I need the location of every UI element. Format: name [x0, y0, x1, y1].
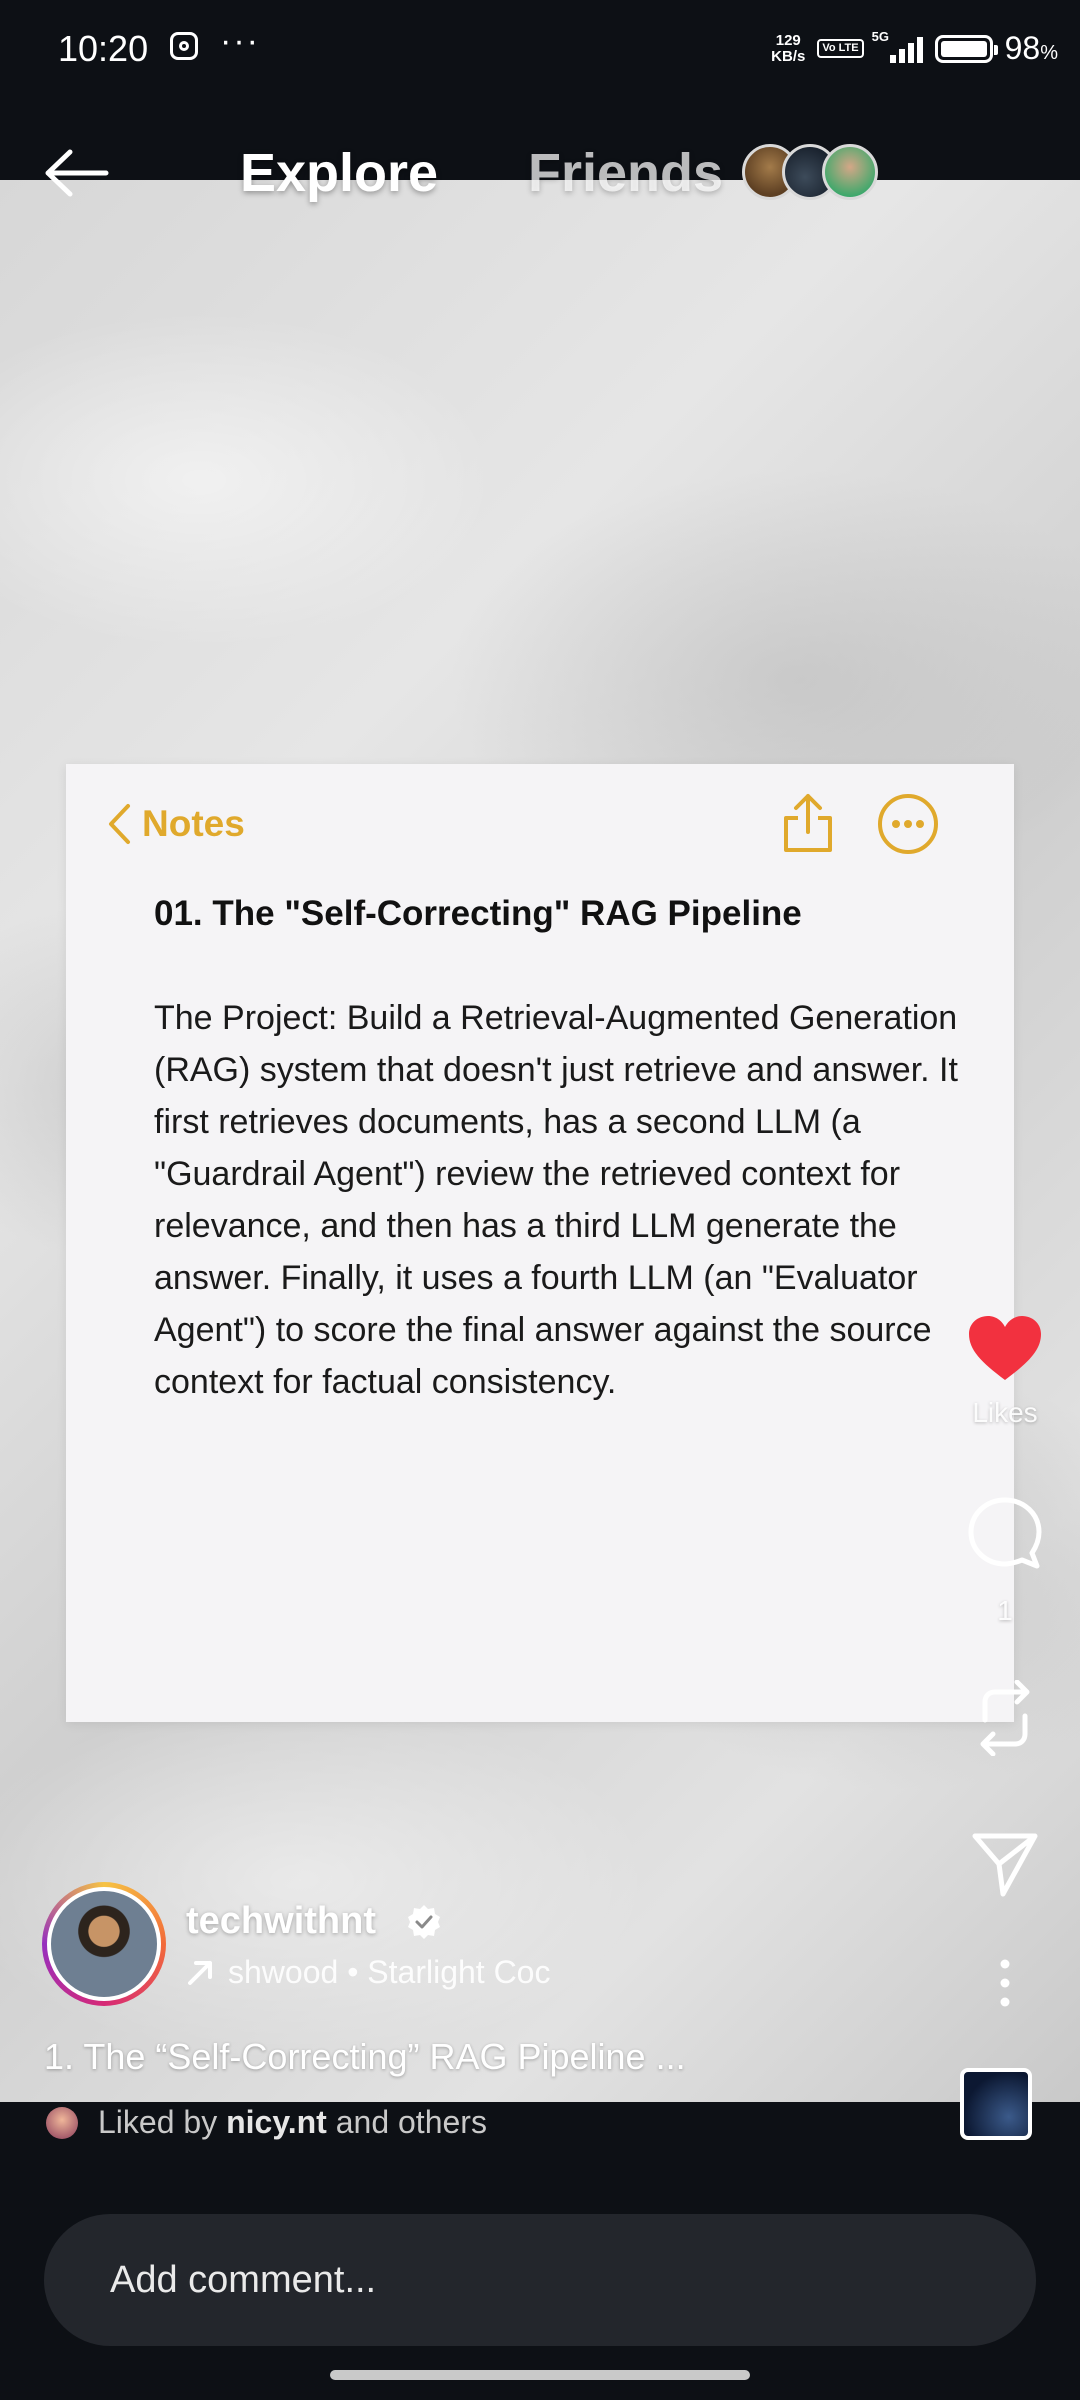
liked-by-row[interactable]: Liked by nicy.nt and others [46, 2104, 487, 2141]
liked-by-user[interactable]: nicy.nt [226, 2104, 327, 2140]
notes-body: The Project: Build a Retrieval-Augmented… [154, 999, 958, 1401]
status-time: 10:20 [58, 28, 149, 69]
tab-explore[interactable]: Explore [240, 142, 438, 204]
avatar [46, 2106, 78, 2139]
media-thumbnail[interactable] [960, 2068, 1032, 2140]
verified-badge-icon [408, 1905, 440, 1939]
arrow-up-right-icon [188, 1960, 212, 1985]
audio-track[interactable]: shwood • Starlight Coc [186, 1954, 550, 1991]
more-options-button[interactable] [930, 1958, 1080, 2013]
author-avatar[interactable] [42, 1882, 166, 2006]
comment-button[interactable]: 1 [930, 1496, 1080, 1627]
audio-track-label: shwood • Starlight Coc [228, 1954, 551, 1990]
battery-icon [934, 34, 998, 63]
comments-count: 1 [997, 1595, 1013, 1626]
back-arrow-icon[interactable] [44, 148, 110, 198]
network-type: 5G [871, 28, 889, 44]
send-button[interactable] [930, 1830, 1080, 1903]
chevron-left-icon [109, 804, 130, 844]
send-icon [972, 1833, 1038, 1897]
notes-title: 01. The "Self-Correcting" RAG Pipeline [154, 894, 802, 933]
comment-bubble-icon [968, 1497, 1042, 1569]
share-icon [784, 794, 832, 852]
signal-icon: 5G [872, 29, 923, 63]
home-indicator[interactable] [330, 2370, 750, 2380]
battery-percent: 98% [1004, 30, 1058, 66]
heart-icon [969, 1316, 1041, 1380]
avatar [47, 1887, 161, 2001]
vertical-dots-icon [1000, 1959, 1010, 2007]
network-speed: 129 KB/s [771, 31, 806, 65]
like-button[interactable]: Likes [930, 1314, 1080, 1429]
avatar [822, 144, 878, 200]
more-circle-icon [878, 794, 938, 854]
likes-label: Likes [972, 1397, 1038, 1428]
notes-back: Notes [106, 802, 245, 846]
instagram-notification-icon [170, 32, 198, 60]
status-right-cluster: 129 KB/s Vo LTE 5G 98% [771, 29, 1058, 67]
repost-icon [980, 1679, 1030, 1757]
repost-button[interactable] [930, 1679, 1080, 1761]
tab-friends[interactable]: Friends [528, 142, 723, 204]
notes-card: Notes 01. The "Self-Correcting" RAG Pipe… [66, 764, 1014, 1722]
volte-icon: Vo LTE [817, 39, 864, 58]
more-notifications-icon: ··· [220, 22, 260, 60]
comment-placeholder: Add comment... [110, 2258, 377, 2301]
top-nav: Explore Friends [0, 100, 1080, 250]
add-comment-input[interactable]: Add comment... [44, 2214, 1036, 2346]
status-bar: 10:20 ··· 129 KB/s Vo LTE 5G 98% [0, 0, 1080, 100]
notes-back-label: Notes [142, 803, 245, 844]
post-caption[interactable]: 1. The “Self-Correcting” RAG Pipeline ..… [44, 2036, 686, 2078]
author-username[interactable]: techwithnt [186, 1900, 376, 1943]
friends-avatar-stack[interactable] [742, 144, 878, 200]
